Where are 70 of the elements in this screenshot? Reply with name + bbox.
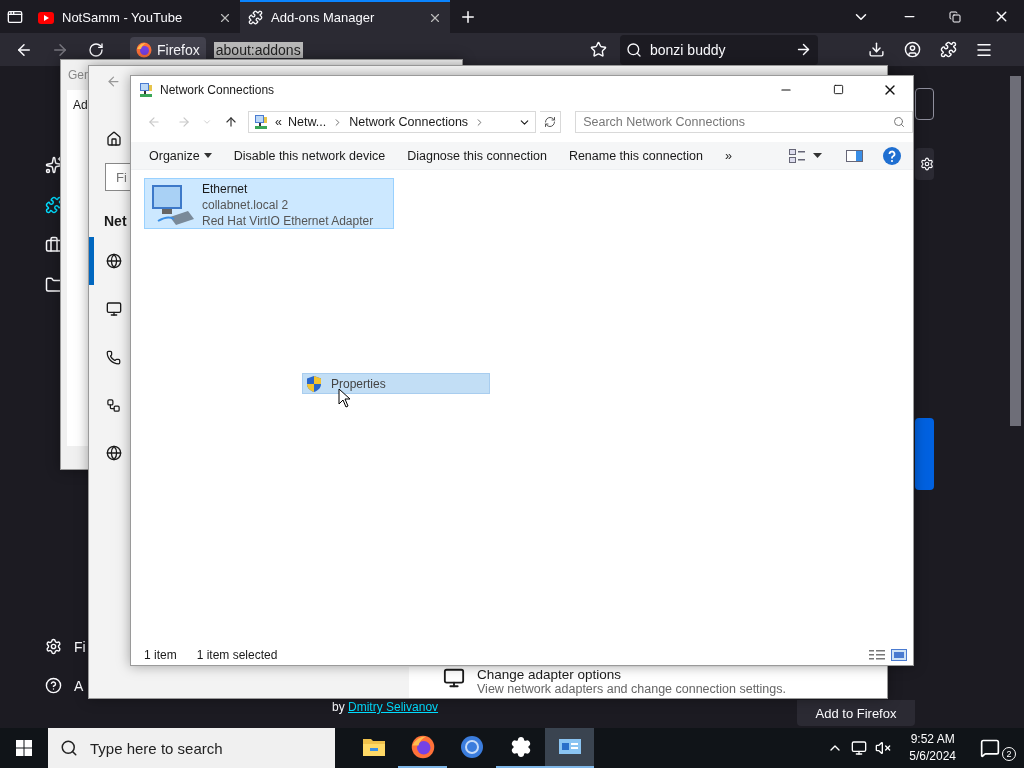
monitor-icon[interactable]: [106, 301, 122, 317]
network-folder-icon: [138, 81, 154, 98]
scrollbar-thumb[interactable]: [1010, 76, 1021, 426]
search-field[interactable]: Search Network Connections: [575, 111, 913, 133]
preview-pane-icon[interactable]: [846, 149, 863, 162]
section-heading: Net: [104, 213, 127, 229]
go-arrow-icon[interactable]: [795, 41, 812, 58]
settings-icon: [920, 157, 934, 171]
outline-button[interactable]: [915, 88, 934, 120]
search-icon: [60, 739, 78, 757]
home-icon[interactable]: [106, 131, 122, 147]
command-button[interactable]: Disable this network device: [222, 144, 397, 167]
add-button[interactable]: Add to Firefox: [797, 700, 915, 726]
browser-icon[interactable]: [459, 735, 484, 759]
notifications-icon[interactable]: [980, 738, 1000, 758]
status-text: 1 item selected: [196, 648, 278, 662]
refresh-icon[interactable]: [540, 111, 562, 133]
gear-button[interactable]: [915, 148, 934, 180]
sidebar-label[interactable]: A: [74, 677, 84, 694]
network-folder-icon: [253, 114, 270, 130]
shield-icon: [307, 375, 321, 392]
folder-icon[interactable]: [361, 737, 386, 757]
caret-icon: [203, 153, 212, 158]
author-link[interactable]: Dmitry Selivanov: [348, 700, 439, 714]
address-bar[interactable]: « Netw... Network Connections: [248, 111, 537, 133]
command-button[interactable]: Diagnose this connection: [396, 144, 558, 167]
sparkles-icon[interactable]: [45, 156, 63, 174]
breadcrumb[interactable]: «: [275, 115, 283, 129]
breadcrumb[interactable]: Network Connections: [349, 115, 469, 129]
search-icon: [626, 41, 642, 58]
connection-item[interactable]: Ethernet collabnet.local 2 Red Hat VirtIO Ethernet Adapter: [144, 178, 394, 229]
monitor-icon: [443, 667, 465, 689]
control-panel-icon[interactable]: [557, 737, 582, 757]
url-text[interactable]: about:addons: [213, 41, 303, 58]
command-button[interactable]: »: [714, 144, 743, 167]
globe-icon[interactable]: [106, 253, 122, 269]
notification-count: 2: [1002, 747, 1016, 761]
puzzle-icon[interactable]: [45, 196, 63, 214]
tiles-view-icon[interactable]: [891, 649, 907, 661]
browser-tab[interactable]: Add-ons Manager: [240, 0, 450, 33]
search-icon: [893, 116, 905, 128]
phone-icon[interactable]: [106, 349, 121, 365]
volume-muted-icon[interactable]: [875, 740, 892, 756]
youtube-icon: [38, 11, 54, 24]
adapter-options-link[interactable]: Change adapter options View network adapters and change connection settings.: [409, 667, 887, 698]
help-icon[interactable]: [45, 677, 62, 694]
firefox-icon: [136, 41, 152, 58]
browser-tab[interactable]: NotSamm - YouTube: [30, 0, 240, 33]
settings-icon[interactable]: [45, 638, 62, 655]
firefox-icon[interactable]: [410, 735, 435, 759]
puzzle-icon: [248, 10, 263, 25]
status-text: 1 item: [144, 648, 177, 662]
tab-label[interactable]: Ad: [73, 98, 88, 112]
theme-icon[interactable]: [45, 236, 63, 254]
sidebar-label[interactable]: Fi: [74, 638, 86, 655]
details-view-icon[interactable]: [869, 649, 885, 661]
vpn-icon[interactable]: [106, 397, 121, 413]
author-line: by Dmitry Selivanov: [332, 700, 439, 714]
search-field[interactable]: bonzi buddy: [620, 34, 818, 65]
network-icon[interactable]: [851, 740, 868, 756]
taskbar-search-field[interactable]: Type here to search: [48, 728, 335, 768]
globe-icon[interactable]: [106, 445, 122, 461]
view-icon[interactable]: [789, 148, 805, 163]
clock[interactable]: 9:52 AM 5/6/2024: [899, 731, 966, 765]
settings-icon[interactable]: [509, 736, 532, 758]
breadcrumb[interactable]: Netw...: [288, 115, 327, 129]
window-title: Network Connections: [160, 82, 275, 97]
dropdown-icon[interactable]: [813, 153, 822, 158]
command-button[interactable]: Rename this connection: [557, 144, 714, 167]
drag-ghost: Properties: [302, 373, 490, 394]
